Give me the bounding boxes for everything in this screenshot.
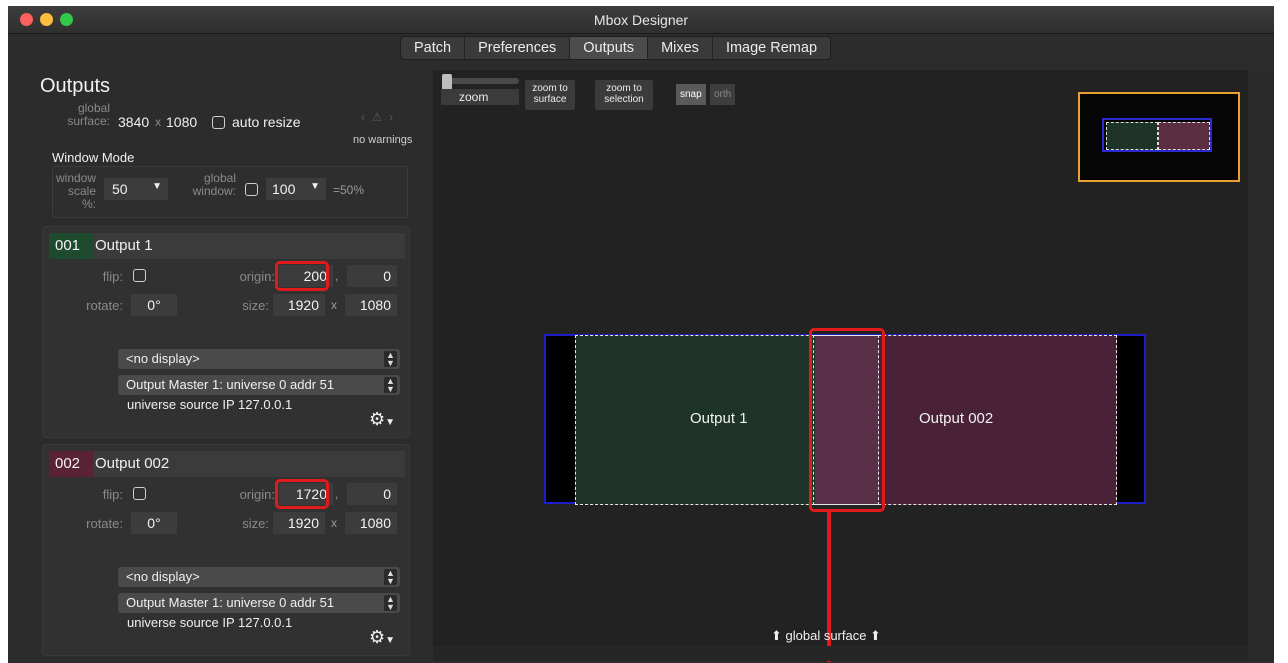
output-name-field[interactable]: Output 1	[95, 237, 153, 254]
minimap-output-1	[1106, 122, 1158, 150]
orth-toggle[interactable]: orth	[710, 84, 736, 105]
output-master-select[interactable]: Output Master 1: universe 0 addr 51 ▲ ▼	[118, 375, 400, 395]
output-number: 002	[49, 451, 93, 477]
output-2-label: Output 002	[919, 410, 994, 427]
global-window-result: =50%	[333, 183, 365, 197]
chevron-down-icon: ▼	[152, 181, 162, 192]
updown-arrows-icon: ▲ ▼	[384, 351, 397, 368]
origin-y-field[interactable]: 0	[347, 483, 397, 505]
times-sign: x	[155, 115, 161, 129]
size-height-field[interactable]: 1080	[345, 294, 397, 316]
origin-y-field[interactable]: 0	[347, 265, 397, 287]
global-window-checkbox[interactable]	[245, 183, 258, 196]
highlight-origin-x	[275, 261, 329, 291]
rotate-field[interactable]: 0°	[131, 294, 177, 316]
output-namebar: 001 Output 1	[49, 233, 405, 259]
updown-arrows-icon: ▲ ▼	[384, 595, 397, 612]
tab-preferences[interactable]: Preferences	[465, 37, 571, 59]
separator-comma: ,	[335, 269, 339, 283]
warning-nav-icon[interactable]: ‹ ⚠ ›	[361, 110, 393, 124]
flip-checkbox[interactable]	[133, 269, 146, 282]
tab-outputs[interactable]: Outputs	[570, 37, 649, 59]
tab-mixes[interactable]: Mixes	[648, 37, 713, 59]
tab-bar: Patch Preferences Outputs Mixes Image Remap	[8, 36, 1274, 62]
output-number: 001	[49, 233, 93, 259]
zoom-label: zoom	[459, 90, 489, 104]
highlight-origin-x	[275, 479, 329, 509]
chevron-down-icon: ▼	[310, 181, 320, 192]
window-mode-label: Window Mode	[52, 150, 135, 165]
warnings-status: no warnings	[353, 134, 413, 146]
highlight-overlap	[809, 328, 885, 512]
minimap-output-2	[1158, 122, 1210, 150]
flip-label: flip:	[102, 269, 123, 284]
origin-label: origin:	[239, 487, 275, 502]
global-window-label: global window:	[192, 171, 236, 198]
size-width-field[interactable]: 1920	[273, 294, 325, 316]
outputs-panel: Outputs global surface: 3840 x 1080 auto…	[36, 70, 430, 660]
rotate-label: rotate:	[86, 298, 123, 313]
flip-label: flip:	[102, 487, 123, 502]
rotate-label: rotate:	[86, 516, 123, 531]
rotate-field[interactable]: 0°	[131, 512, 177, 534]
auto-resize-checkbox[interactable]	[212, 116, 225, 129]
times-sign: x	[331, 298, 337, 312]
source-ip: universe source IP 127.0.0.1	[127, 397, 293, 412]
flip-checkbox[interactable]	[133, 487, 146, 500]
auto-resize-label: auto resize	[232, 114, 301, 130]
zoom-slider-handle[interactable]	[442, 74, 452, 90]
gear-icon[interactable]: ⚙▼	[369, 627, 395, 648]
global-surface-label: global surface:	[67, 101, 110, 128]
global-surface-label: ⬆ global surface ⬆	[771, 628, 881, 643]
gear-icon[interactable]: ⚙▼	[369, 409, 395, 430]
tab-patch[interactable]: Patch	[401, 37, 466, 59]
size-label: size:	[242, 516, 269, 531]
app-window: Mbox Designer Patch Preferences Outputs Mix…	[8, 6, 1274, 663]
window-scale-select[interactable]: 50 ▼	[104, 178, 168, 200]
minimap[interactable]	[1078, 92, 1240, 182]
global-surface-width[interactable]: 3840	[118, 114, 149, 130]
output-panel-2: 002 Output 002 flip: origin: 1720 , 0 ro…	[42, 444, 410, 656]
output-master-select[interactable]: Output Master 1: universe 0 addr 51 ▲ ▼	[118, 593, 400, 613]
origin-label: origin:	[239, 269, 275, 284]
zoom-slider-track[interactable]	[443, 78, 519, 84]
outputs-title: Outputs	[40, 75, 111, 97]
display-select[interactable]: <no display> ▲ ▼	[118, 567, 400, 587]
updown-arrows-icon: ▲ ▼	[384, 377, 397, 394]
window-title: Mbox Designer	[593, 12, 689, 28]
zoom-to-selection-button[interactable]: zoom to selection	[595, 80, 653, 110]
tabs: Patch Preferences Outputs Mixes Image Remap	[400, 36, 832, 60]
zoom-to-surface-button[interactable]: zoom to surface	[525, 80, 575, 110]
output-name-field[interactable]: Output 002	[95, 455, 169, 472]
vertical-scrollbar[interactable]	[1248, 70, 1274, 661]
output-panel-1: 001 Output 1 flip: origin: 200 , 0 rotat…	[42, 226, 410, 438]
window-scale-label: window scale %:	[56, 171, 97, 211]
separator-comma: ,	[335, 487, 339, 501]
size-width-field[interactable]: 1920	[273, 512, 325, 534]
times-sign: x	[331, 516, 337, 530]
global-window-select[interactable]: 100 ▼	[266, 178, 326, 200]
source-ip: universe source IP 127.0.0.1	[127, 615, 293, 630]
output-1-label: Output 1	[690, 410, 748, 427]
tab-image-remap[interactable]: Image Remap	[713, 37, 830, 59]
updown-arrows-icon: ▲ ▼	[384, 569, 397, 586]
global-surface-height[interactable]: 1080	[166, 114, 197, 130]
snap-toggle[interactable]: snap	[676, 84, 706, 105]
horizontal-scrollbar[interactable]	[433, 646, 1248, 661]
display-select[interactable]: <no display> ▲ ▼	[118, 349, 400, 369]
title-bar: Mbox Designer	[8, 6, 1274, 34]
output-namebar: 002 Output 002	[49, 451, 405, 477]
layout-canvas[interactable]: zoom zoom to surface zoom to selection s…	[433, 70, 1248, 662]
size-label: size:	[242, 298, 269, 313]
size-height-field[interactable]: 1080	[345, 512, 397, 534]
